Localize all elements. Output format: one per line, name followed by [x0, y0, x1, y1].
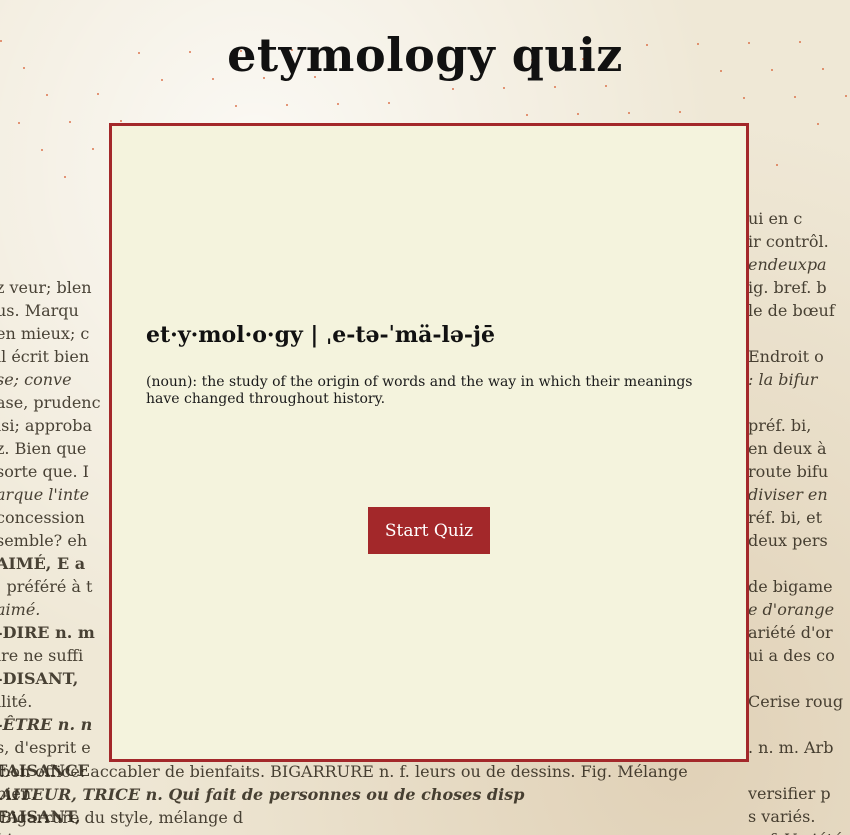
- page-title: etymology quiz: [227, 28, 623, 82]
- background-text-line: en deux à: [748, 439, 827, 458]
- background-text-line: isi; approba: [0, 416, 93, 435]
- background-text-line: ilité.: [0, 692, 33, 711]
- background-text-line: bon office: accabler de bienfaits. BIGAR…: [0, 762, 688, 781]
- background-text-line: AIMÉ, E a: [0, 554, 86, 573]
- background-text-right: ui en c ir contrôl. endeuxpa ig. bref. b le …: [748, 0, 850, 835]
- background-text-line: [748, 161, 850, 184]
- background-text-line: [748, 92, 850, 115]
- background-text-line: Bigarrure du style, mélange d: [0, 808, 244, 827]
- background-text-line: z veur; blen: [0, 278, 92, 297]
- background-text-left: z veur; blen us. Marqu en mieux; c il écrit…: [0, 0, 106, 835]
- background-text-line: ui en c: [748, 209, 803, 228]
- background-text-line: réf. bi, et: [748, 508, 823, 527]
- background-text-line: [748, 138, 850, 161]
- background-text-line: : la bifur: [748, 370, 818, 389]
- background-text-line: ir contrôl.: [748, 232, 829, 251]
- background-text-line: ui a des co: [748, 646, 835, 665]
- background-text-line: arque l'inte: [0, 485, 90, 504]
- background-text-line: deux pers: [748, 531, 828, 550]
- background-text-line: [0, 230, 106, 253]
- background-text-line: route bifu: [748, 462, 829, 481]
- background-text-line: se; conve: [0, 370, 72, 389]
- background-text-line: ase, prudenc: [0, 393, 101, 412]
- background-text-line: [748, 552, 850, 575]
- background-text-line: il écrit bien: [0, 347, 90, 366]
- background-text-line: [748, 667, 850, 690]
- background-text-line: [0, 253, 106, 276]
- background-text-line: diviser en: [748, 485, 828, 504]
- background-text-line: [0, 0, 106, 23]
- background-text-line: [748, 391, 850, 414]
- background-text-line: Endroit o: [748, 347, 824, 366]
- background-text-line: [0, 138, 106, 161]
- background-text-line: concession: [0, 508, 85, 527]
- background-text-line: [0, 184, 106, 207]
- background-text-line: -DISANT,: [0, 669, 79, 688]
- background-text-line: [748, 115, 850, 138]
- background-text-line: [0, 207, 106, 230]
- background-text-line: en mieux; c: [0, 324, 90, 343]
- background-text-bottom: bon office: accabler de bienfaits. BIGAR…: [0, 760, 850, 835]
- background-text-line: de bigame: [748, 577, 833, 596]
- background-text-line: Cerise roug: [748, 692, 844, 711]
- background-text-line: e d'orange: [748, 600, 835, 619]
- background-text-line: -ÊTRE n. n: [0, 715, 93, 734]
- background-text-line: endeuxpa: [748, 255, 827, 274]
- background-text-line: aimé.: [0, 600, 41, 619]
- background-text-line: z. Bien que: [0, 439, 87, 458]
- background-text-line: [748, 322, 850, 345]
- background-text-line: ig. bref. b: [748, 278, 827, 297]
- background-text-line: [0, 92, 106, 115]
- background-text-line: AITEUR, TRICE n. Qui fait de personnes o…: [0, 785, 525, 804]
- background-text-line: [748, 0, 850, 23]
- background-text-line: [0, 161, 106, 184]
- background-text-line: préf. bi,: [748, 416, 812, 435]
- dictionary-headword: et·y·mol·o·gy | ˌe-tə-ˈmä-lə-jē: [146, 322, 495, 348]
- background-text-line: -DIRE n. m: [0, 623, 95, 642]
- background-text-line: [748, 184, 850, 207]
- background-text-line: s, d'esprit e: [0, 738, 91, 757]
- definition-text: (noun): the study of the origin of words…: [146, 374, 693, 407]
- background-text-line: [0, 115, 106, 138]
- background-text-line: [748, 713, 850, 736]
- background-text-line: ariété d'or: [748, 623, 833, 642]
- background-text-line: ; préféré à t: [0, 577, 93, 596]
- background-text-line: . n. m. Arb: [748, 738, 834, 757]
- background-text-line: us. Marqu: [0, 301, 79, 320]
- background-text-line: semble? eh: [0, 531, 88, 550]
- background-text-line: ire ne suffi: [0, 646, 84, 665]
- background-text-line: le de bœuf: [748, 301, 835, 320]
- start-quiz-button[interactable]: Start Quiz: [368, 507, 490, 554]
- background-text-line: sorte que. I: [0, 462, 89, 481]
- quiz-intro-card: et·y·mol·o·gy | ˌe-tə-ˈmä-lə-jē (noun): …: [109, 123, 749, 762]
